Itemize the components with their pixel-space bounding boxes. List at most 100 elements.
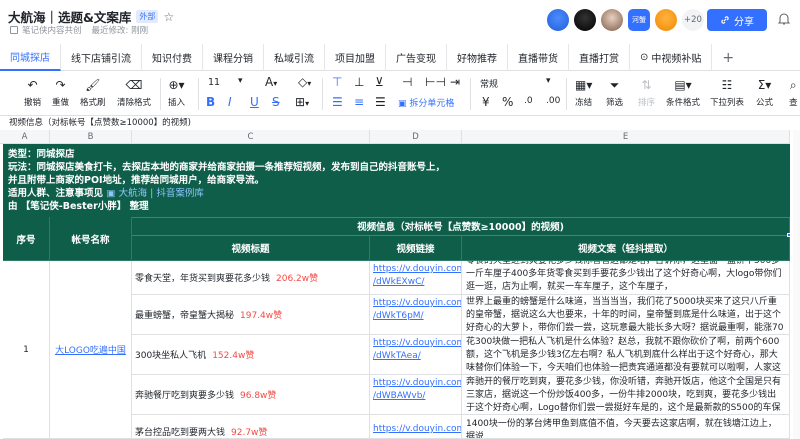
- add-sheet-button[interactable]: +: [712, 44, 744, 71]
- tab-知识付费[interactable]: 知识付费: [142, 44, 203, 71]
- underline-icon[interactable]: U: [250, 95, 259, 109]
- tab-私域引流[interactable]: 私域引流: [264, 44, 325, 71]
- share-button[interactable]: 分享: [707, 9, 767, 31]
- bold-icon[interactable]: B: [206, 95, 215, 109]
- video-icon: ⊙: [640, 52, 649, 63]
- align-left-icon[interactable]: ☰: [332, 95, 343, 109]
- header-video-info[interactable]: 视频信息（对标帐号【点赞数≥10000】的视频): [132, 217, 790, 236]
- dropdown-list-button[interactable]: ☷ 下拉列表: [710, 76, 744, 108]
- tab-项目加盟[interactable]: 项目加盟: [325, 44, 386, 71]
- tab-课程分销[interactable]: 课程分销: [203, 44, 264, 71]
- eraser-icon: ⌫: [125, 78, 143, 92]
- video-text[interactable]: 花300块做一把私人飞机是什么体验？赵总，我就不跟你砍价了啊，前两个600额，这…: [462, 335, 790, 375]
- number-format-select[interactable]: 常规: [480, 77, 498, 90]
- conditional-format-icon: ▤▾: [674, 78, 692, 92]
- column-header-b[interactable]: B: [50, 130, 132, 144]
- video-link[interactable]: https://v.douyin.com /dWkEXwC/: [370, 261, 462, 295]
- avatar[interactable]: [655, 9, 677, 31]
- table-row[interactable]: 零食天堂，年货买到爽要花多少钱 206.2w赞: [132, 261, 370, 295]
- italic-icon[interactable]: I: [228, 95, 232, 109]
- table-row[interactable]: 奔驰餐厅吃到爽要多少钱 96.8w赞: [132, 375, 370, 415]
- align-top-icon[interactable]: ⊤: [332, 75, 342, 89]
- video-text[interactable]: 世界上最重的螃蟹是什么味道，当当当当，我们花了5000块买来了这只八斤重的皇帝蟹…: [462, 295, 790, 335]
- avatar[interactable]: [574, 9, 596, 31]
- table-row[interactable]: 300块坐私人飞机 152.4w赞: [132, 335, 370, 375]
- tab-直播带货[interactable]: 直播带货: [508, 44, 569, 71]
- avatar[interactable]: [547, 9, 569, 31]
- header-index[interactable]: 序号: [3, 217, 50, 261]
- format-painter-button[interactable]: 🖌 格式刷: [80, 76, 106, 108]
- formula-bar[interactable]: 视频信息（对标帐号【点赞数≥10000】的视频): [0, 116, 800, 130]
- account-link[interactable]: 大LOGO吃遍中国: [50, 261, 132, 439]
- column-header-c[interactable]: C: [132, 130, 370, 144]
- vertical-scrollbar[interactable]: [793, 130, 800, 439]
- header-video-text[interactable]: 视频文案（轻抖提取）: [462, 236, 790, 261]
- banner-play: 玩法：同城探店美食打卡，去探店本地的商家并给商家拍摄一条推荐短视频，发布到自己的…: [8, 162, 446, 173]
- chevron-down-icon[interactable]: ▾: [238, 76, 243, 86]
- avatar[interactable]: 河蟹: [628, 9, 650, 31]
- header-video-link[interactable]: 视频链接: [370, 236, 462, 261]
- video-link[interactable]: https://v.douyin.com /dWkT6pM/: [370, 295, 462, 335]
- video-text[interactable]: 1400块一份的茅台烤甲鱼到底值不值，今天要去这家店啊，就在钱塘江边上，据说: [462, 415, 790, 439]
- selection-handle[interactable]: [787, 233, 791, 237]
- find-button[interactable]: ⌕ 查: [789, 76, 798, 109]
- formula-button[interactable]: Σ▾ 公式: [756, 76, 773, 108]
- undo-icon: ↶: [27, 78, 38, 92]
- percent-icon[interactable]: %: [502, 95, 513, 109]
- header-account[interactable]: 帐号名称: [50, 217, 132, 261]
- column-header-d[interactable]: D: [370, 130, 462, 144]
- video-link[interactable]: https://v.douyin.com: [370, 415, 462, 439]
- video-link[interactable]: https://v.douyin.com /dWkTAea/: [370, 335, 462, 375]
- more-collaborators[interactable]: +20: [682, 9, 704, 31]
- video-text[interactable]: 零食的天堂进到爽要花多少钱你看看这都是啥，告诉你，这里面一盒饼干500多一斤车厘…: [462, 261, 790, 295]
- tab-好物推荐[interactable]: 好物推荐: [447, 44, 508, 71]
- conditional-format-button[interactable]: ▤▾ 条件格式: [666, 76, 700, 108]
- undo-button[interactable]: ↶ 撤销: [24, 76, 41, 108]
- merge-button[interactable]: ▣ 拆分单元格: [398, 96, 454, 109]
- video-text[interactable]: 奔驰开的餐厅吃到爽，要花多少钱，你没听错，奔驰开饭店，他这个全国是只有三家店，据…: [462, 375, 790, 415]
- filter-button[interactable]: ⏷ 筛选: [606, 76, 623, 109]
- strikethrough-icon[interactable]: S: [272, 95, 280, 109]
- wrap-icon[interactable]: ⇥: [450, 75, 460, 89]
- table-row[interactable]: 茅台控品吃到要两大钱 92.7w赞: [132, 415, 370, 439]
- indent-icon[interactable]: ⊢⊣: [425, 75, 446, 89]
- fill-color-icon[interactable]: ◇▾: [298, 75, 311, 89]
- bell-icon[interactable]: [778, 12, 790, 26]
- cell-index[interactable]: 1: [3, 261, 50, 439]
- text-direction-icon[interactable]: ⊣: [402, 75, 412, 89]
- tab-同城探店[interactable]: 同城探店: [0, 44, 61, 71]
- video-link[interactable]: https://v.douyin.com /dWBAWvb/: [370, 375, 462, 415]
- column-header-a[interactable]: A: [0, 130, 50, 144]
- avatar[interactable]: [601, 9, 623, 31]
- header-video-title[interactable]: 视频标题: [132, 236, 370, 261]
- font-size-select[interactable]: 11: [208, 77, 220, 88]
- align-right-icon[interactable]: ☰: [375, 95, 386, 109]
- border-icon[interactable]: ⊞▾: [295, 95, 309, 109]
- currency-icon[interactable]: ¥: [482, 95, 490, 109]
- decimal-increase-icon[interactable]: .00: [546, 96, 560, 106]
- align-center-icon[interactable]: ≡: [354, 95, 364, 109]
- case-library-link[interactable]: 大航海 | 抖音案例库: [119, 188, 204, 199]
- font-color-icon[interactable]: A▾: [265, 75, 277, 89]
- sort-button[interactable]: ⇅ 排序: [638, 76, 655, 108]
- like-count: 197.4w赞: [240, 311, 283, 321]
- doc-icon: [10, 26, 18, 34]
- align-middle-icon[interactable]: ⊥: [354, 75, 364, 89]
- freeze-button[interactable]: ▦▾ 冻结: [575, 76, 592, 108]
- intro-banner-cell[interactable]: 类型：同城探店 玩法：同城探店美食打卡，去探店本地的商家并给商家拍摄一条推荐短视…: [3, 144, 790, 217]
- tab-线下店铺引流[interactable]: 线下店铺引流: [61, 44, 142, 71]
- tab-中视频补贴[interactable]: ⊙ 中视频补贴: [630, 44, 713, 71]
- insert-button[interactable]: ⊕▾ 插入: [168, 76, 185, 108]
- tab-直播打赏[interactable]: 直播打赏: [569, 44, 630, 71]
- clear-format-button[interactable]: ⌫ 清除格式: [117, 76, 151, 108]
- star-icon[interactable]: ☆: [163, 10, 174, 24]
- redo-button[interactable]: ↷ 重做: [52, 76, 69, 108]
- table-row[interactable]: 最重螃蟹，帝皇蟹大揭秘 197.4w赞: [132, 295, 370, 335]
- chevron-down-icon[interactable]: ▾: [546, 76, 551, 86]
- column-header-e[interactable]: E: [462, 130, 790, 144]
- decimal-decrease-icon[interactable]: .0: [524, 96, 533, 106]
- cond-format-label: 条件格式: [666, 98, 701, 108]
- share-label: 分享: [734, 16, 754, 28]
- align-bottom-icon[interactable]: ⊻: [375, 75, 384, 89]
- tab-广告变现[interactable]: 广告变现: [386, 44, 447, 71]
